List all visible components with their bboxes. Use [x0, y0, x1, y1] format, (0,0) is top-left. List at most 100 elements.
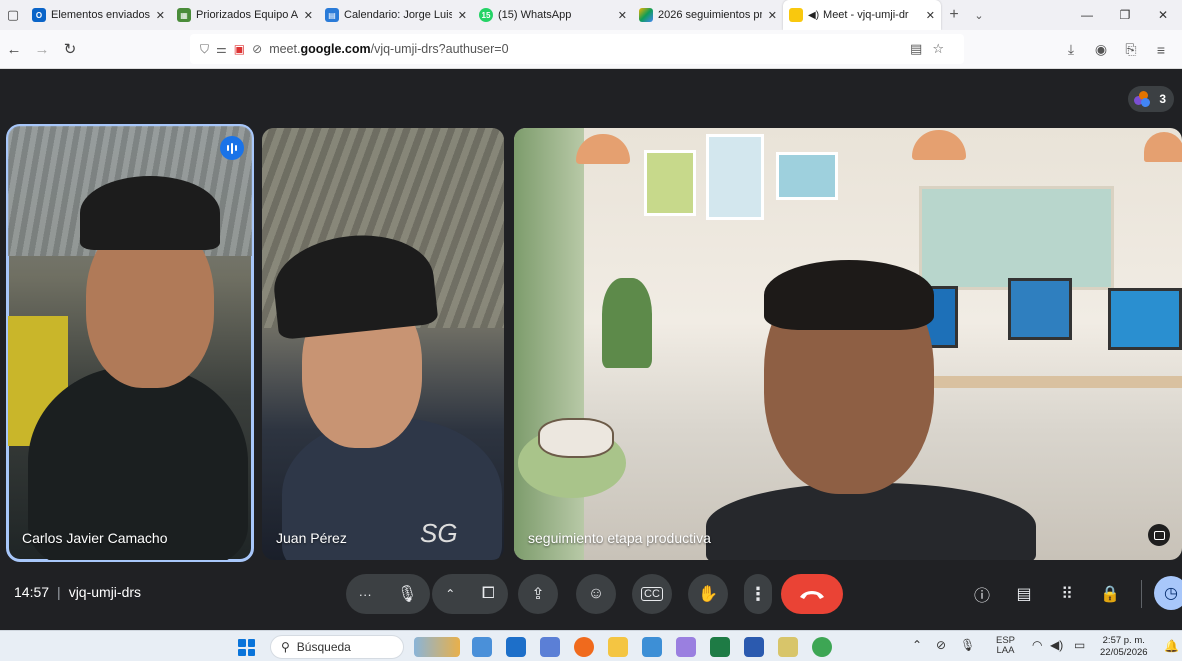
forward-arrow-icon[interactable]: → [28, 41, 56, 58]
excel-icon[interactable] [710, 637, 730, 657]
participant-tile[interactable]: Carlos Javier Camacho [6, 124, 254, 562]
bookmark-star-icon[interactable]: ☆ [932, 41, 954, 56]
reader-view-icon[interactable]: ▤ [910, 41, 932, 56]
participant-name: seguimiento etapa productiva [528, 530, 711, 546]
tray-app-icon[interactable]: ⊘ [936, 638, 946, 652]
tab-whatsapp[interactable]: 15 (15) WhatsApp ✕ [473, 0, 633, 30]
tab-close-icon[interactable]: ✕ [458, 9, 467, 22]
tab-close-icon[interactable]: ✕ [926, 9, 935, 22]
dog-decoration [538, 418, 614, 458]
url-bar[interactable]: ⛉ ⚌ ▣ ⊘ meet.google.com/vjq-umji-drs?aut… [190, 34, 964, 64]
more-options-button[interactable]: ⋮ [744, 574, 772, 614]
tab-meet[interactable]: ◀) Meet - vjq-umji-dr ✕ [783, 0, 941, 30]
tab-title: 2026 seguimientos pre [658, 9, 762, 21]
raise-hand-button[interactable]: ✋ [688, 574, 728, 614]
browser-nav-bar: ← → ↻ ⛉ ⚌ ▣ ⊘ meet.google.com/vjq-umji-d… [0, 30, 1182, 69]
tab-priorizados[interactable]: ▦ Priorizados Equipo Añ ✕ [171, 0, 319, 30]
firefox-icon[interactable] [574, 637, 594, 657]
monitor-decoration [1108, 288, 1182, 350]
tab-close-icon[interactable]: ✕ [768, 9, 777, 22]
clock-time: 2:57 p. m. [1102, 635, 1145, 646]
chat-button[interactable]: ▤ [1010, 580, 1038, 608]
microphone-icon[interactable]: 🎙 [397, 584, 417, 604]
app-icon[interactable] [642, 637, 662, 657]
audio-options-icon[interactable]: ··· [359, 587, 372, 602]
app-icon[interactable] [676, 637, 696, 657]
drive-icon [639, 8, 653, 22]
speaker-icon[interactable]: ◀) [808, 10, 819, 21]
tab-list-chevron-icon[interactable]: ⌄ [967, 9, 991, 22]
minimize-window-button[interactable]: — [1068, 0, 1106, 30]
shield-icon[interactable]: ⛉ [200, 42, 209, 57]
windows-taskbar: ⚲ Búsqueda ⌃ ⊘ 🎙 ESP LAA ◠ ◀) ▭ 2:57 p. m… [0, 630, 1182, 661]
monitor-decoration [1008, 278, 1072, 340]
leave-call-button[interactable] [781, 574, 843, 614]
participant-tile[interactable]: SG Juan Pérez [262, 128, 504, 560]
file-explorer-icon[interactable] [608, 637, 628, 657]
participants-button[interactable]: 3 [1128, 86, 1174, 112]
whatsapp-icon: 15 [479, 8, 493, 22]
close-window-button[interactable]: ✕ [1144, 0, 1182, 30]
taskbar-search[interactable]: ⚲ Búsqueda [270, 635, 404, 659]
battery-icon[interactable]: ▭ [1074, 638, 1085, 652]
windows-start-icon[interactable] [238, 639, 255, 656]
new-tab-button[interactable]: + [941, 6, 967, 24]
tab-outlook[interactable]: O Elementos enviados: Jo ✕ [26, 0, 171, 30]
store-icon[interactable] [506, 637, 526, 657]
app-icon[interactable] [540, 637, 560, 657]
window-controls: — ❐ ✕ [1068, 0, 1182, 30]
notification-bell-icon[interactable]: 🔔 [1164, 639, 1179, 653]
taskbar-clock[interactable]: 2:57 p. m. 22/05/2026 [1100, 635, 1148, 659]
whiteboard-decoration [919, 186, 1114, 290]
browser-tab-bar: ▢ O Elementos enviados: Jo ✕ ▦ Priorizad… [0, 0, 1182, 30]
video-options-chevron-icon[interactable]: ⌃ [445, 587, 455, 601]
captions-button[interactable]: CC [632, 574, 672, 614]
restore-window-button[interactable]: ❐ [1106, 0, 1144, 30]
present-screen-button[interactable]: ⇪ [518, 574, 558, 614]
language-line2: LAA [996, 645, 1015, 656]
downloads-icon[interactable]: ⤓ [1056, 41, 1086, 58]
reload-icon[interactable]: ↻ [56, 40, 84, 58]
word-icon[interactable] [744, 637, 764, 657]
participant-cap [80, 176, 220, 250]
participant-tile[interactable]: seguimiento etapa productiva [514, 128, 1182, 560]
tray-mic-icon[interactable]: 🎙 [960, 638, 975, 652]
meeting-code: vjq-umji-drs [68, 584, 142, 600]
tab-drive[interactable]: 2026 seguimientos pre ✕ [633, 0, 783, 30]
host-lock-icon: 🔒 [1100, 586, 1120, 603]
host-controls-button[interactable]: 🔒 [1096, 580, 1124, 608]
back-arrow-icon[interactable]: ← [0, 41, 28, 58]
camera-icon[interactable]: ⧠ [482, 585, 495, 603]
copilot-icon[interactable] [472, 637, 492, 657]
emoji-icon: ☺ [587, 585, 605, 602]
sidebar-toggle-icon[interactable]: ▢ [0, 0, 26, 30]
lamp-decoration [912, 130, 966, 160]
notepad-icon[interactable] [778, 637, 798, 657]
volume-icon[interactable]: ◀) [1050, 638, 1063, 652]
meeting-info-separator: | [57, 584, 61, 600]
tab-calendar[interactable]: ▤ Calendario: Jorge Luis ✕ [319, 0, 473, 30]
mic-blocked-icon[interactable]: ⊘ [252, 42, 262, 56]
more-vertical-icon: ⋮ [749, 583, 767, 604]
menu-icon[interactable]: ≡ [1146, 42, 1176, 58]
timer-button[interactable]: ◷ [1154, 576, 1182, 610]
tile-options-icon[interactable] [1148, 524, 1170, 546]
reactions-button[interactable]: ☺ [576, 574, 616, 614]
meeting-details-button[interactable]: ⓘ [968, 580, 996, 608]
camera-active-icon[interactable]: ▣ [234, 42, 245, 56]
language-indicator[interactable]: ESP LAA [996, 636, 1015, 656]
activities-button[interactable]: ⠿ [1053, 580, 1081, 608]
tab-close-icon[interactable]: ✕ [304, 9, 313, 22]
url-path: /vjq-umji-drs?authuser=0 [370, 42, 509, 56]
widgets-icon[interactable] [414, 637, 460, 657]
tab-title: Priorizados Equipo Añ [196, 9, 298, 21]
wifi-icon[interactable]: ◠ [1032, 638, 1042, 652]
tab-close-icon[interactable]: ✕ [618, 9, 627, 22]
extensions-icon[interactable]: ⎘ [1116, 41, 1146, 58]
permissions-icon[interactable]: ⚌ [216, 42, 227, 56]
chrome-icon[interactable] [812, 637, 832, 657]
tab-close-icon[interactable]: ✕ [156, 9, 165, 22]
account-icon[interactable]: ◉ [1086, 41, 1116, 58]
tray-overflow-icon[interactable]: ⌃ [912, 638, 922, 652]
meet-icon [789, 8, 803, 22]
